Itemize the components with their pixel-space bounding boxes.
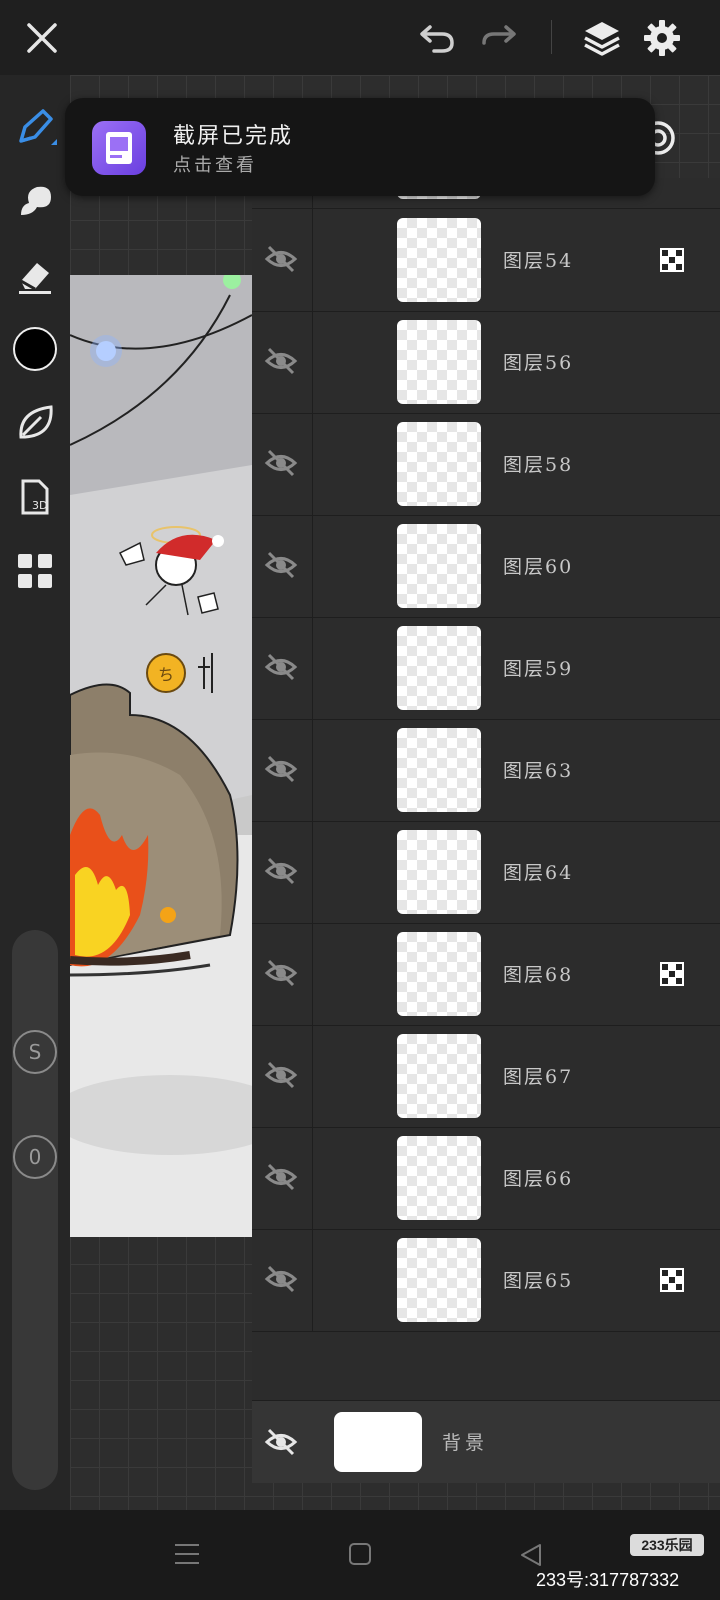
- layer-thumbnail: [397, 524, 481, 608]
- eye-hidden-icon[interactable]: [264, 958, 298, 992]
- visibility-column: [252, 1024, 313, 1127]
- eye-hidden-icon[interactable]: [264, 1264, 298, 1298]
- layer-row[interactable]: 图层67: [252, 1024, 720, 1128]
- layer-thumbnail: [397, 422, 481, 506]
- svg-text:ち: ち: [158, 665, 174, 684]
- eye-hidden-icon[interactable]: [264, 550, 298, 584]
- gallery-grid-icon[interactable]: [11, 547, 59, 595]
- layer-thumbnail: [397, 932, 481, 1016]
- screenshot-toast[interactable]: 截屏已完成 点击查看: [65, 98, 655, 196]
- visibility-column: [252, 310, 313, 413]
- redo-icon[interactable]: [478, 16, 522, 60]
- visibility-column: [252, 820, 313, 923]
- left-toolbar: 3D S 0: [0, 75, 70, 1510]
- watermark-id: 233号:317787332: [536, 1570, 680, 1590]
- gear-icon[interactable]: [640, 16, 684, 60]
- visibility-column: [252, 1126, 313, 1229]
- layer-thumbnail: [397, 626, 481, 710]
- top-toolbar: [0, 0, 720, 75]
- undo-icon[interactable]: [414, 16, 458, 60]
- eye-hidden-icon[interactable]: [264, 1162, 298, 1196]
- alpha-lock-icon[interactable]: [660, 248, 684, 272]
- home-icon[interactable]: [348, 1542, 372, 1570]
- layer-name: 图层67: [503, 1066, 574, 1088]
- background-layer-row[interactable]: 背景: [252, 1400, 720, 1483]
- svg-text:3D: 3D: [32, 499, 47, 512]
- background-thumbnail: [334, 1412, 422, 1472]
- layer-name: 图层54: [503, 250, 574, 272]
- stabilizer-button[interactable]: S: [13, 1030, 57, 1074]
- layer-row[interactable]: 图层58: [252, 412, 720, 516]
- eye-hidden-icon[interactable]: [264, 346, 298, 380]
- brush-tool-icon[interactable]: [11, 103, 59, 151]
- toast-subtitle: 点击查看: [173, 155, 257, 176]
- smudge-tool-icon[interactable]: [11, 177, 59, 225]
- layer-thumbnail: [397, 320, 481, 404]
- eye-hidden-icon[interactable]: [264, 652, 298, 686]
- opacity-button[interactable]: 0: [13, 1135, 57, 1179]
- 3d-model-icon[interactable]: 3D: [11, 473, 59, 521]
- eye-hidden-icon[interactable]: [264, 244, 298, 278]
- eye-hidden-icon[interactable]: [264, 448, 298, 482]
- layer-row[interactable]: 图层60: [252, 514, 720, 618]
- layer-row[interactable]: 图层64: [252, 820, 720, 924]
- layer-name: 图层60: [503, 556, 574, 578]
- drawing-canvas[interactable]: ち: [70, 275, 252, 1237]
- watermark-badge: 233乐园: [630, 1534, 704, 1556]
- layer-name: 图层59: [503, 658, 574, 680]
- eraser-tool-icon[interactable]: [11, 251, 59, 299]
- layer-name: 图层68: [503, 964, 574, 986]
- background-layer-name: 背景: [442, 1432, 489, 1454]
- color-swatch[interactable]: [11, 325, 59, 373]
- close-icon[interactable]: [20, 16, 64, 60]
- layer-row[interactable]: 图层65: [252, 1228, 720, 1332]
- visibility-column: [252, 1228, 313, 1331]
- eye-hidden-icon[interactable]: [264, 1427, 298, 1461]
- layer-thumbnail: [397, 728, 481, 812]
- layer-thumbnail: [397, 1136, 481, 1220]
- visibility-column: [252, 718, 313, 821]
- layer-row[interactable]: 图层63: [252, 718, 720, 822]
- layer-name: 图层64: [503, 862, 574, 884]
- visibility-column: [252, 514, 313, 617]
- layer-name: 图层66: [503, 1168, 574, 1190]
- visibility-column: [252, 412, 313, 515]
- menu-icon[interactable]: [174, 1542, 200, 1570]
- layer-row[interactable]: 图层56: [252, 310, 720, 414]
- eye-hidden-icon[interactable]: [264, 856, 298, 890]
- layer-thumbnail: [397, 1238, 481, 1322]
- visibility-column: [252, 208, 313, 311]
- eye-hidden-icon[interactable]: [264, 1060, 298, 1094]
- eye-hidden-icon[interactable]: [264, 754, 298, 788]
- layers-panel: 图层54 图层56 图层58 图层60 图层59 图层63 图层64 图层68 图层67 图层66…: [252, 178, 720, 1480]
- layer-name: 图层63: [503, 760, 574, 782]
- gallery-app-icon: [92, 121, 146, 175]
- visibility-column: [252, 616, 313, 719]
- alpha-lock-icon[interactable]: [660, 1268, 684, 1292]
- toast-title: 截屏已完成: [173, 124, 294, 149]
- layer-thumbnail: [397, 830, 481, 914]
- brush-size-slider[interactable]: [12, 930, 58, 1490]
- layer-name: 图层56: [503, 352, 574, 374]
- layer-row[interactable]: 图层59: [252, 616, 720, 720]
- alpha-lock-icon[interactable]: [660, 962, 684, 986]
- layer-row[interactable]: 图层68: [252, 922, 720, 1026]
- layer-thumbnail: [397, 218, 481, 302]
- layer-name: 图层58: [503, 454, 574, 476]
- layer-row[interactable]: 图层54: [252, 208, 720, 312]
- layer-name: 图层65: [503, 1270, 574, 1292]
- toolbar-divider: [551, 20, 552, 54]
- visibility-column: [252, 922, 313, 1025]
- layers-icon[interactable]: [580, 16, 624, 60]
- layer-row[interactable]: 图层66: [252, 1126, 720, 1230]
- layer-thumbnail: [397, 1034, 481, 1118]
- leaf-tool-icon[interactable]: [11, 399, 59, 447]
